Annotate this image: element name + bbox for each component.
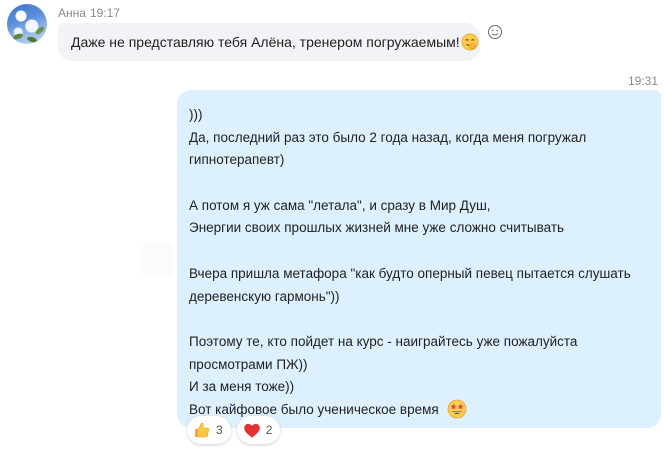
- star-struck-face-icon: [448, 399, 467, 419]
- message-line: Вчера пришла метафора "как будто оперный…: [189, 265, 631, 281]
- faint-placeholder: [143, 242, 173, 276]
- thumbs-up-icon: [195, 422, 209, 438]
- face-with-hand-over-mouth-icon: [461, 33, 479, 51]
- incoming-message-bubble[interactable]: Даже не представляю тебя Алёна, тренером…: [58, 23, 480, 61]
- outgoing-message-bubble[interactable]: ))) Да, последний раз это было 2 года на…: [177, 90, 661, 428]
- message-line: просмотрами ПЖ)): [189, 356, 308, 372]
- message-line: гипнотерапевт): [189, 152, 285, 168]
- reaction-count: 3: [216, 423, 223, 437]
- reaction-heart[interactable]: 2: [236, 416, 281, 444]
- message-line: Поэтому те, кто пойдет на курс - наиграй…: [189, 333, 578, 349]
- message-line-text: Вот кайфовое было ученическое время: [189, 401, 439, 417]
- reactions-bar: 3 2: [187, 416, 281, 444]
- message-line: деревенскую гармонь")): [189, 288, 340, 304]
- reaction-count: 2: [265, 423, 273, 437]
- add-reaction-icon[interactable]: [487, 24, 503, 40]
- message-line: И за меня тоже)): [189, 379, 295, 395]
- sender-name[interactable]: Анна: [58, 6, 86, 20]
- message-line: А потом я уж сама "летала", и сразу в Ми…: [189, 197, 491, 213]
- outgoing-message-time: 19:31: [627, 74, 658, 88]
- message-line: Да, последний раз это было 2 года назад,…: [189, 129, 587, 145]
- incoming-message-text: Даже не представляю тебя Алёна, тренером…: [71, 34, 460, 50]
- heart-icon: [243, 423, 260, 438]
- message-meta: Анна 19:17: [58, 6, 124, 20]
- sender-avatar[interactable]: [7, 4, 47, 44]
- message-line: ))): [189, 107, 203, 122]
- message-line: Энергии своих прошлых жизней мне уже сло…: [189, 220, 565, 236]
- reaction-thumbs-up[interactable]: 3: [187, 416, 231, 444]
- message-time: 19:17: [89, 6, 120, 20]
